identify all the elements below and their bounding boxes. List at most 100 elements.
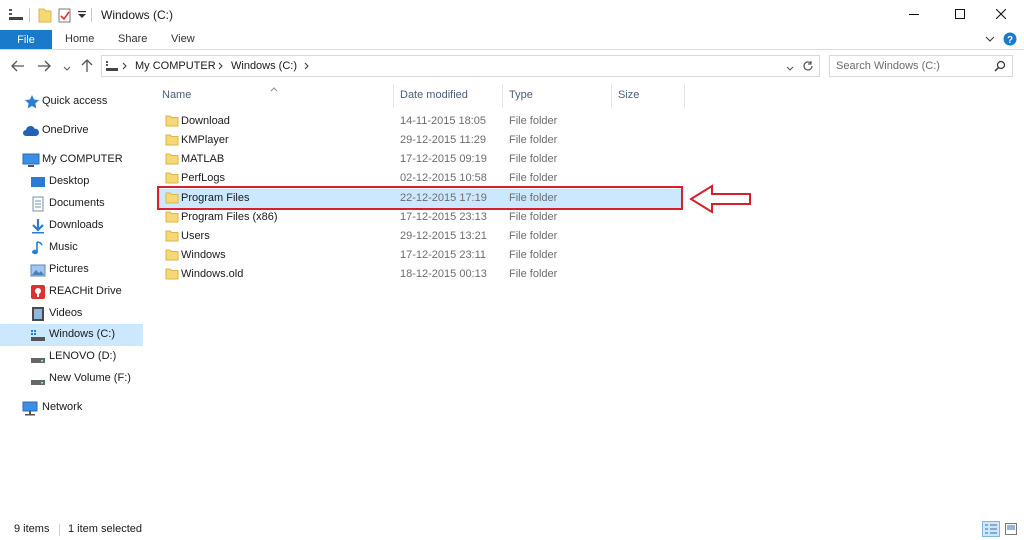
sidebar-item-label: Pictures [49,263,89,275]
customize-toolbar-icon[interactable] [78,10,86,23]
drive-location-icon [105,60,119,75]
close-button[interactable] [978,0,1024,30]
sidebar-item-label: My COMPUTER [42,153,123,165]
sidebar-item-label: Documents [49,197,105,209]
table-row[interactable]: Download 14-11-2015 18:05 File folder [158,112,682,131]
help-icon[interactable]: ? [1003,32,1017,46]
file-name: Windows [181,249,226,261]
file-type: File folder [509,230,558,242]
table-row[interactable]: Windows.old 18-12-2015 00:13 File folder [158,265,682,284]
file-date: 17-12-2015 23:13 [400,211,487,223]
drive-window-icon [8,7,24,24]
sidebar-item-label: REACHit Drive [49,285,122,297]
system-drive-icon [30,327,46,343]
sidebar-item-my-computer[interactable]: My COMPUTER [0,149,143,171]
sidebar-item-new-volume-f[interactable]: New Volume (F:) [0,368,143,390]
sidebar-item-videos[interactable]: Videos [0,303,143,325]
file-date: 29-12-2015 11:29 [400,134,487,146]
sidebar-item-label: Network [42,401,83,413]
table-row[interactable]: Windows 17-12-2015 23:11 File folder [158,246,682,265]
navigation-bar: My COMPUTER Windows (C:) [0,50,1024,83]
forward-icon[interactable] [37,60,51,75]
file-date: 17-12-2015 23:11 [400,249,487,261]
svg-text:?: ? [1007,35,1013,46]
minimize-icon [909,9,919,22]
table-row[interactable]: KMPlayer 29-12-2015 11:29 File folder [158,131,682,150]
breadcrumb-item[interactable]: My COMPUTER [135,60,216,72]
folder-icon [165,171,181,185]
sidebar-item-desktop[interactable]: Desktop [0,171,143,193]
sidebar-item-windows-c[interactable]: Windows (C:) [0,324,143,346]
file-name: Download [181,115,230,127]
sidebar-item-onedrive[interactable]: OneDrive [0,120,143,142]
file-name: Program Files (x86) [181,211,278,223]
column-header-type[interactable]: Type [509,89,533,101]
download-icon [30,218,46,234]
sidebar-item-downloads[interactable]: Downloads [0,215,143,237]
sidebar-item-reachit-drive[interactable]: REACHit Drive [0,281,143,303]
refresh-icon[interactable] [802,60,814,75]
table-row[interactable]: Users 29-12-2015 13:21 File folder [158,227,682,246]
tab-share[interactable]: Share [118,33,147,45]
search-box[interactable] [829,55,1013,77]
search-icon[interactable] [994,60,1006,75]
sidebar-item-label: OneDrive [42,124,89,136]
table-row[interactable]: MATLAB 17-12-2015 09:19 File folder [158,150,682,169]
maximize-button[interactable] [937,0,983,30]
computer-icon [22,152,40,168]
pictures-icon [30,262,46,278]
large-icons-view-icon [1005,523,1017,538]
cloud-icon [22,123,39,139]
file-type: File folder [509,153,558,165]
sidebar-item-music[interactable]: Music [0,237,143,259]
breadcrumb-separator-icon[interactable] [304,61,309,73]
column-header-date-modified[interactable]: Date modified [400,89,468,101]
address-bar[interactable]: My COMPUTER Windows (C:) [101,55,820,77]
tab-view[interactable]: View [171,33,195,45]
column-header-size[interactable]: Size [618,89,639,101]
sidebar-item-quick-access[interactable]: Quick access [0,91,143,113]
tab-home[interactable]: Home [65,33,94,45]
breadcrumb-item[interactable]: Windows (C:) [231,60,297,72]
file-date: 29-12-2015 13:21 [400,230,487,242]
sidebar-item-pictures[interactable]: Pictures [0,259,143,281]
star-icon [24,94,40,110]
sidebar-item-label: Music [49,241,78,253]
file-type: File folder [509,172,558,184]
up-icon[interactable] [81,59,93,76]
back-icon[interactable] [11,60,25,75]
status-bar: 9 items 1 item selected [0,518,1024,540]
folder-icon [165,114,181,128]
folder-icon [165,210,181,224]
file-type: File folder [509,211,558,223]
details-view-button[interactable] [982,521,1000,537]
recent-locations-icon[interactable] [63,63,71,75]
sidebar-item-documents[interactable]: Documents [0,193,143,215]
file-type: File folder [509,249,558,261]
sidebar-item-label: Desktop [49,175,90,187]
network-icon [22,400,38,416]
address-history-icon[interactable] [786,63,794,75]
expand-ribbon-icon[interactable] [985,34,995,46]
properties-icon[interactable] [58,7,72,26]
column-header-name[interactable]: Name [162,89,191,101]
file-type: File folder [509,134,558,146]
breadcrumb-separator-icon[interactable] [122,61,127,73]
breadcrumb-separator-icon[interactable] [218,61,223,73]
sidebar-item-network[interactable]: Network [0,397,143,419]
tab-file[interactable]: File [0,30,52,49]
search-input[interactable] [836,56,986,76]
file-date: 14-11-2015 18:05 [400,115,487,127]
minimize-button[interactable] [891,0,937,30]
sort-ascending-icon [270,83,278,95]
sidebar-item-lenovo-d[interactable]: LENOVO (D:) [0,346,143,368]
close-icon [995,8,1007,22]
folder-icon [165,133,181,147]
selection-count: 1 item selected [68,523,142,535]
table-row[interactable]: Program Files (x86) 17-12-2015 23:13 Fil… [158,208,682,227]
large-icons-view-button[interactable] [1002,521,1020,537]
drive-icon [30,349,46,365]
item-count: 9 items [14,523,50,535]
new-folder-icon[interactable] [38,7,52,26]
sidebar-item-label: Quick access [42,95,108,107]
